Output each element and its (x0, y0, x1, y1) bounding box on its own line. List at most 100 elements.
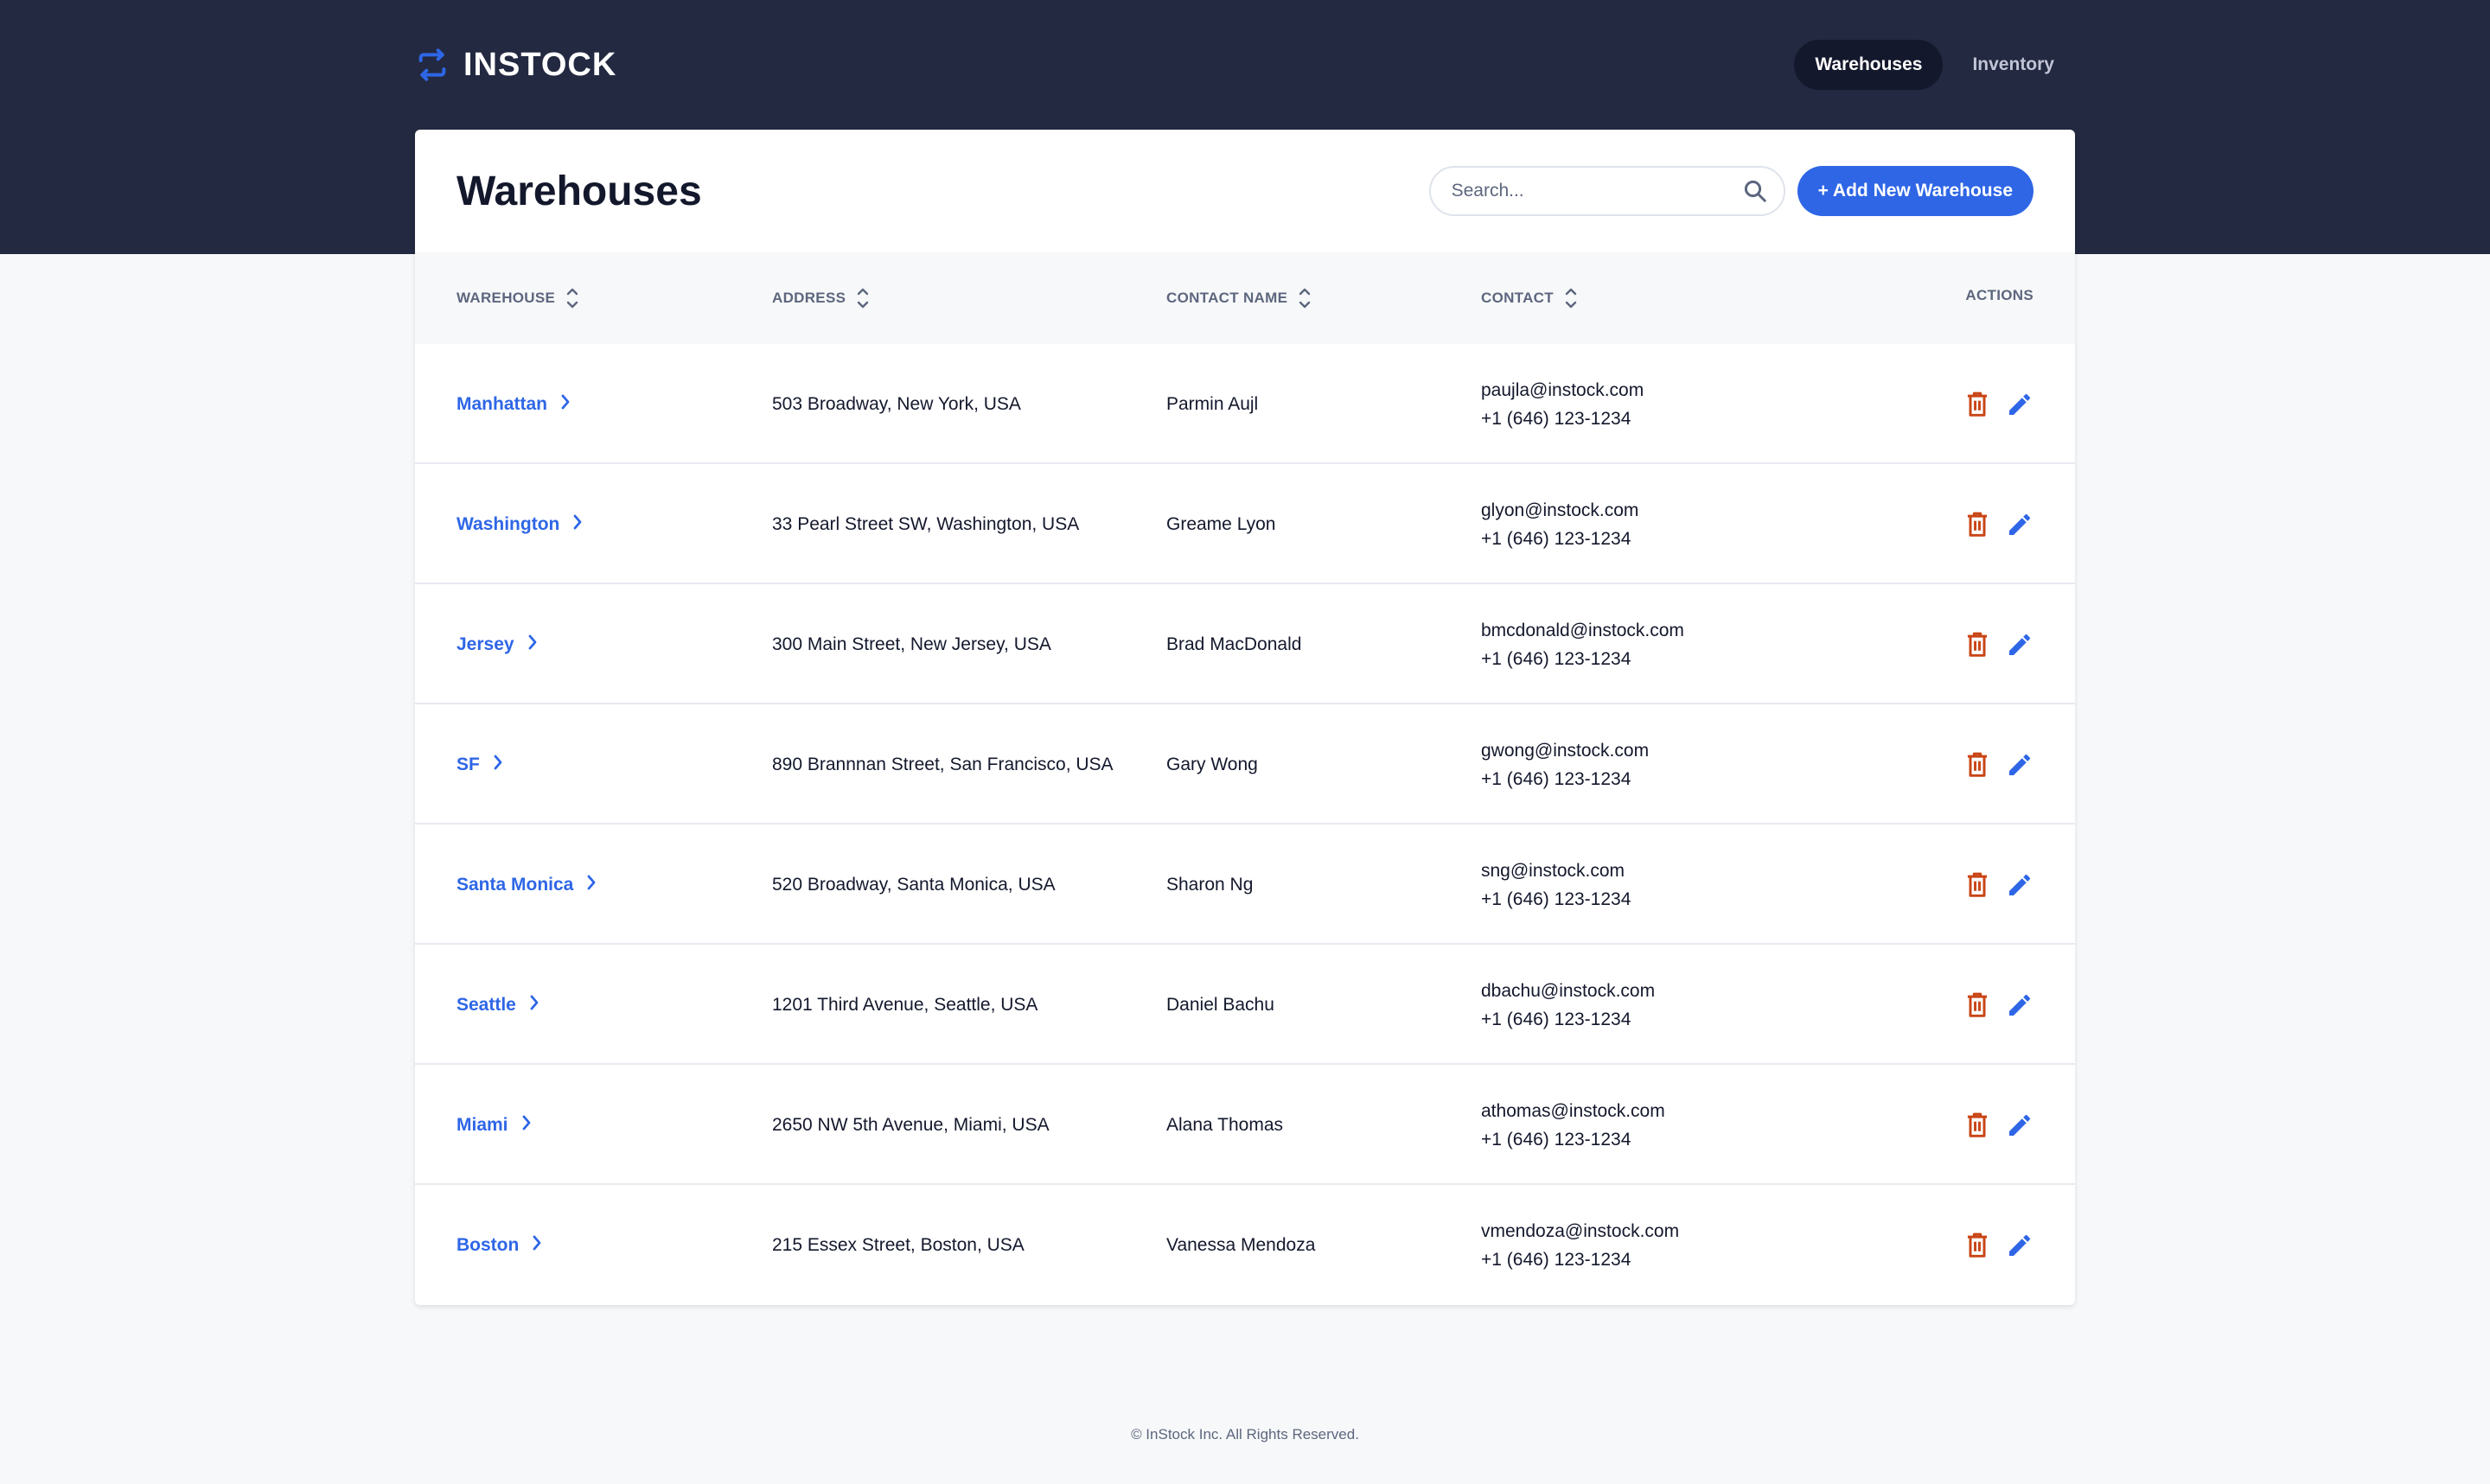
column-header-actions: ACTIONS (1965, 252, 2034, 339)
chevron-right-icon (585, 873, 597, 897)
table-row: Washington 33 Pearl Street SW, Washingto… (415, 464, 2075, 584)
warehouse-name: Santa Monica (456, 874, 574, 895)
contact-name-cell: Alana Thomas (1166, 1114, 1284, 1135)
pencil-icon[interactable] (2006, 511, 2034, 538)
contact-name-cell: Vanessa Mendoza (1166, 1234, 1316, 1255)
sort-icon[interactable] (856, 285, 870, 311)
address-cell: 300 Main Street, New Jersey, USA (772, 634, 1051, 654)
actions-cell (1964, 945, 2034, 1065)
column-header-warehouse[interactable]: WAREHOUSE (456, 252, 579, 344)
address-cell: 890 Brannnan Street, San Francisco, USA (772, 754, 1114, 774)
contact-email: dbachu@instock.com (1481, 980, 1656, 1001)
trash-icon[interactable] (1964, 1232, 1990, 1259)
contact-name-cell: Parmin Aujl (1166, 393, 1259, 414)
sort-icon[interactable] (565, 285, 579, 311)
trash-icon[interactable] (1964, 631, 1990, 659)
contact-cell: gwong@instock.com +1 (646) 123-1234 (1481, 704, 1649, 825)
app-header: INSTOCK Warehouses Inventory (415, 0, 2075, 130)
pencil-icon[interactable] (2006, 1232, 2034, 1259)
actions-cell (1964, 825, 2034, 945)
warehouse-link[interactable]: Seattle (456, 993, 540, 1017)
address-cell: 33 Pearl Street SW, Washington, USA (772, 513, 1080, 534)
warehouse-link[interactable]: Boston (456, 1233, 543, 1258)
warehouse-name: Miami (456, 1114, 508, 1135)
column-header-address[interactable]: ADDRESS (772, 252, 870, 344)
address-cell: 2650 NW 5th Avenue, Miami, USA (772, 1114, 1050, 1135)
warehouse-link[interactable]: Manhattan (456, 392, 571, 417)
actions-cell (1964, 464, 2034, 584)
address-cell: 215 Essex Street, Boston, USA (772, 1234, 1025, 1255)
contact-cell: athomas@instock.com +1 (646) 123-1234 (1481, 1065, 1665, 1185)
trash-icon[interactable] (1964, 1111, 1990, 1139)
pencil-icon[interactable] (2006, 991, 2034, 1019)
search-box (1428, 166, 1785, 216)
address-cell: 520 Broadway, Santa Monica, USA (772, 874, 1056, 895)
contact-email: athomas@instock.com (1481, 1100, 1665, 1121)
warehouse-link[interactable]: Santa Monica (456, 873, 597, 897)
trash-icon[interactable] (1964, 511, 1990, 538)
column-header-contact[interactable]: CONTACT (1481, 252, 1578, 344)
contact-phone: +1 (646) 123-1234 (1481, 1129, 1631, 1150)
chevron-right-icon (559, 392, 571, 417)
warehouse-link[interactable]: Miami (456, 1113, 533, 1137)
swap-arrows-icon (415, 48, 450, 82)
pencil-icon[interactable] (2006, 1111, 2034, 1139)
warehouses-card: Warehouses + Add New Warehouse WAREHOUSE (415, 130, 2075, 1305)
contact-email: glyon@instock.com (1481, 500, 1639, 520)
chevron-right-icon (528, 993, 540, 1017)
pencil-icon[interactable] (2006, 631, 2034, 659)
column-label: CONTACT NAME (1166, 290, 1288, 306)
contact-phone: +1 (646) 123-1234 (1481, 1249, 1631, 1270)
warehouse-cell: SF (456, 704, 504, 825)
contact-cell: vmendoza@instock.com +1 (646) 123-1234 (1481, 1185, 1679, 1305)
trash-icon[interactable] (1964, 871, 1990, 899)
table-row: SF 890 Brannnan Street, San Francisco, U… (415, 704, 2075, 825)
search-input[interactable] (1428, 166, 1785, 216)
address-cell: 503 Broadway, New York, USA (772, 393, 1021, 414)
contact-phone: +1 (646) 123-1234 (1481, 528, 1631, 549)
warehouse-name: Seattle (456, 994, 516, 1015)
footer: © InStock Inc. All Rights Reserved. (1131, 1426, 1359, 1443)
trash-icon[interactable] (1964, 391, 1990, 418)
table-row: Boston 215 Essex Street, Boston, USA Van… (415, 1185, 2075, 1305)
warehouse-name: Washington (456, 513, 560, 534)
address-cell: 1201 Third Avenue, Seattle, USA (772, 994, 1038, 1015)
table-row: Jersey 300 Main Street, New Jersey, USA … (415, 584, 2075, 704)
sort-icon[interactable] (1298, 285, 1312, 311)
pencil-icon[interactable] (2006, 751, 2034, 779)
contact-phone: +1 (646) 123-1234 (1481, 1009, 1631, 1029)
contact-name-cell: Brad MacDonald (1166, 634, 1302, 654)
nav-inventory[interactable]: Inventory (1951, 40, 2075, 90)
contact-name-cell: Gary Wong (1166, 754, 1258, 774)
warehouse-cell: Washington (456, 464, 584, 584)
trash-icon[interactable] (1964, 751, 1990, 779)
header-actions: + Add New Warehouse (1428, 166, 2034, 216)
actions-cell (1964, 584, 2034, 704)
contact-email: sng@instock.com (1481, 860, 1625, 881)
warehouse-link[interactable]: SF (456, 753, 504, 777)
trash-icon[interactable] (1964, 991, 1990, 1019)
actions-cell (1964, 1185, 2034, 1305)
logo[interactable]: INSTOCK (415, 47, 616, 84)
add-warehouse-button[interactable]: + Add New Warehouse (1797, 166, 2034, 216)
table-body: Manhattan 503 Broadway, New York, USA Pa… (415, 344, 2075, 1305)
main-nav: Warehouses Inventory (1794, 40, 2075, 90)
contact-email: gwong@instock.com (1481, 740, 1650, 761)
warehouse-link[interactable]: Washington (456, 513, 584, 537)
pencil-icon[interactable] (2006, 871, 2034, 899)
contact-name-cell: Daniel Bachu (1166, 994, 1274, 1015)
logo-text: INSTOCK (463, 46, 617, 83)
warehouse-name: Boston (456, 1234, 520, 1255)
pencil-icon[interactable] (2006, 391, 2034, 418)
contact-cell: bmcdonald@instock.com +1 (646) 123-1234 (1481, 584, 1684, 704)
column-label: WAREHOUSE (456, 290, 556, 306)
table-row: Manhattan 503 Broadway, New York, USA Pa… (415, 344, 2075, 464)
column-header-contact-name[interactable]: CONTACT NAME (1166, 252, 1312, 344)
warehouse-cell: Jersey (456, 584, 539, 704)
page-title: Warehouses (456, 168, 702, 214)
search-icon[interactable] (1742, 178, 1768, 204)
nav-warehouses[interactable]: Warehouses (1794, 40, 1944, 90)
chevron-right-icon (531, 1233, 543, 1258)
sort-icon[interactable] (1564, 285, 1578, 311)
warehouse-link[interactable]: Jersey (456, 633, 539, 657)
